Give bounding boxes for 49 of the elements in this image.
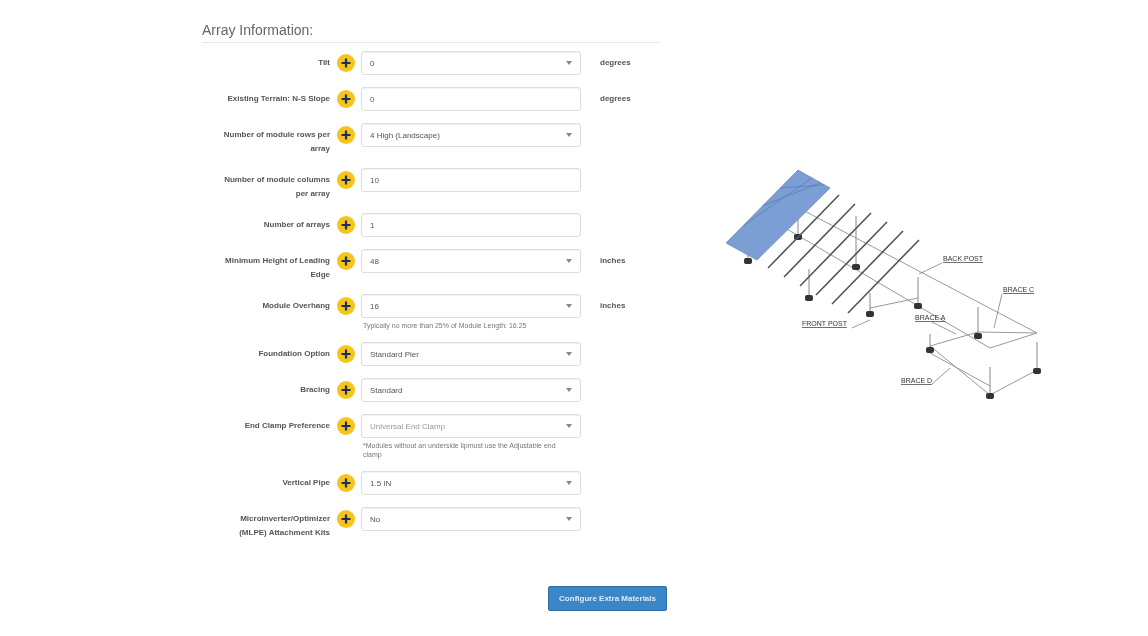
- field-label: End Clamp Preference: [243, 420, 330, 432]
- field-label: Vertical Pipe: [281, 477, 330, 489]
- unit-label: inches: [599, 300, 626, 310]
- select-field[interactable]: 0: [361, 51, 581, 75]
- plus-icon[interactable]: [337, 54, 355, 72]
- select-field[interactable]: Standard: [361, 378, 581, 402]
- select-field[interactable]: Standard Pier: [361, 342, 581, 366]
- plus-icon[interactable]: [337, 90, 355, 108]
- field-label: Foundation Option: [257, 348, 330, 360]
- select-field[interactable]: 4 High (Landscape): [361, 123, 581, 147]
- caret-icon: [566, 61, 572, 65]
- input-field[interactable]: 1: [361, 213, 581, 237]
- caret-icon: [566, 481, 572, 485]
- caret-icon: [566, 424, 572, 428]
- plus-icon[interactable]: [337, 345, 355, 363]
- plus-icon[interactable]: [337, 171, 355, 189]
- input-field[interactable]: 10: [361, 168, 581, 192]
- caret-icon: [566, 388, 572, 392]
- caret-icon: [566, 133, 572, 137]
- unit-label: degrees: [599, 93, 631, 103]
- unit-label: degrees: [599, 57, 631, 67]
- field-label: Module Overhang: [261, 300, 330, 312]
- field-label: Number of module columns per array: [223, 174, 330, 200]
- plus-icon[interactable]: [337, 126, 355, 144]
- section-heading: Array Information:: [202, 22, 660, 43]
- select-field[interactable]: 16: [361, 294, 581, 318]
- plus-icon[interactable]: [337, 510, 355, 528]
- caret-icon: [566, 259, 572, 263]
- field-label: Number of arrays: [262, 219, 330, 231]
- plus-icon[interactable]: [337, 381, 355, 399]
- input-field[interactable]: 0: [361, 87, 581, 111]
- plus-icon[interactable]: [337, 474, 355, 492]
- select-field[interactable]: 48: [361, 249, 581, 273]
- field-label: Minimum Height of Leading Edge: [224, 255, 330, 281]
- field-label: Microinverter/Optimizer (MLPE) Attachment Kits: [238, 513, 330, 539]
- field-label: Existing Terrain: N-S Slope: [226, 93, 330, 105]
- select-field[interactable]: No: [361, 507, 581, 531]
- plus-icon[interactable]: [337, 216, 355, 234]
- field-label: Bracing: [299, 384, 330, 396]
- select-field[interactable]: 1.5 IN: [361, 471, 581, 495]
- plus-icon[interactable]: [337, 252, 355, 270]
- field-label: Tilt: [317, 57, 330, 69]
- plus-icon[interactable]: [337, 417, 355, 435]
- caret-icon: [566, 352, 572, 356]
- caret-icon: [566, 304, 572, 308]
- plus-icon[interactable]: [337, 297, 355, 315]
- caret-icon: [566, 517, 572, 521]
- field-label: Number of module rows per array: [222, 129, 330, 155]
- unit-label: inches: [599, 255, 626, 265]
